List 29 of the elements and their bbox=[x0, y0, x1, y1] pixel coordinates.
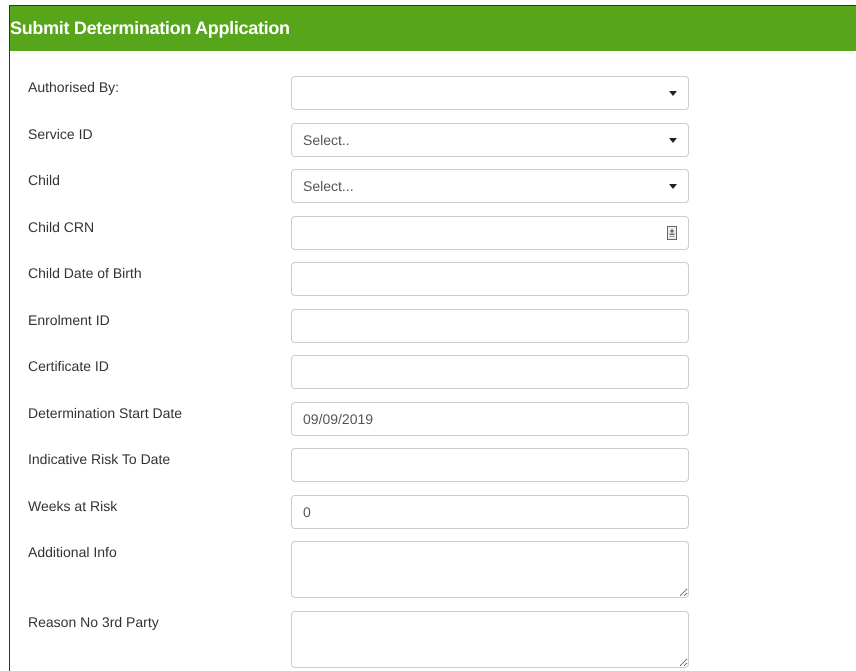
input-field[interactable] bbox=[291, 355, 689, 389]
field-label: Weeks at Risk bbox=[27, 496, 118, 514]
input-field[interactable] bbox=[291, 262, 689, 296]
input-field[interactable] bbox=[291, 308, 689, 342]
field-label: Determination Start Date bbox=[27, 404, 184, 420]
contact-card-icon bbox=[667, 226, 677, 240]
field-label: Service ID bbox=[27, 124, 94, 142]
text-area[interactable] bbox=[291, 610, 689, 668]
text-area[interactable] bbox=[291, 541, 689, 598]
field-label: Reason No 3rd Party bbox=[27, 612, 160, 630]
field-label: Authorised By: bbox=[27, 78, 120, 95]
field-label: Certificate ID bbox=[27, 357, 110, 374]
field-label: Child CRN bbox=[27, 218, 96, 234]
select-field[interactable]: Select.. bbox=[291, 122, 689, 156]
field-label: Indicative Risk To Date bbox=[27, 450, 172, 467]
field-label: Additional Info bbox=[27, 543, 118, 560]
caret-icon bbox=[669, 136, 677, 142]
dialog-title: Submit Determination Application bbox=[10, 18, 290, 39]
select-field[interactable] bbox=[291, 76, 689, 110]
field-label: Child bbox=[27, 171, 61, 188]
input-field[interactable] bbox=[291, 448, 689, 482]
field-label: Enrolment ID bbox=[27, 310, 111, 328]
input-field[interactable]: 09/09/2019 bbox=[291, 402, 689, 436]
select-field[interactable]: Select... bbox=[291, 169, 689, 203]
field-label: Child Date of Birth bbox=[27, 264, 143, 281]
caret-icon bbox=[669, 183, 677, 189]
caret-icon bbox=[669, 90, 677, 96]
input-field[interactable] bbox=[291, 216, 689, 250]
input-field[interactable]: 0 bbox=[291, 494, 689, 528]
